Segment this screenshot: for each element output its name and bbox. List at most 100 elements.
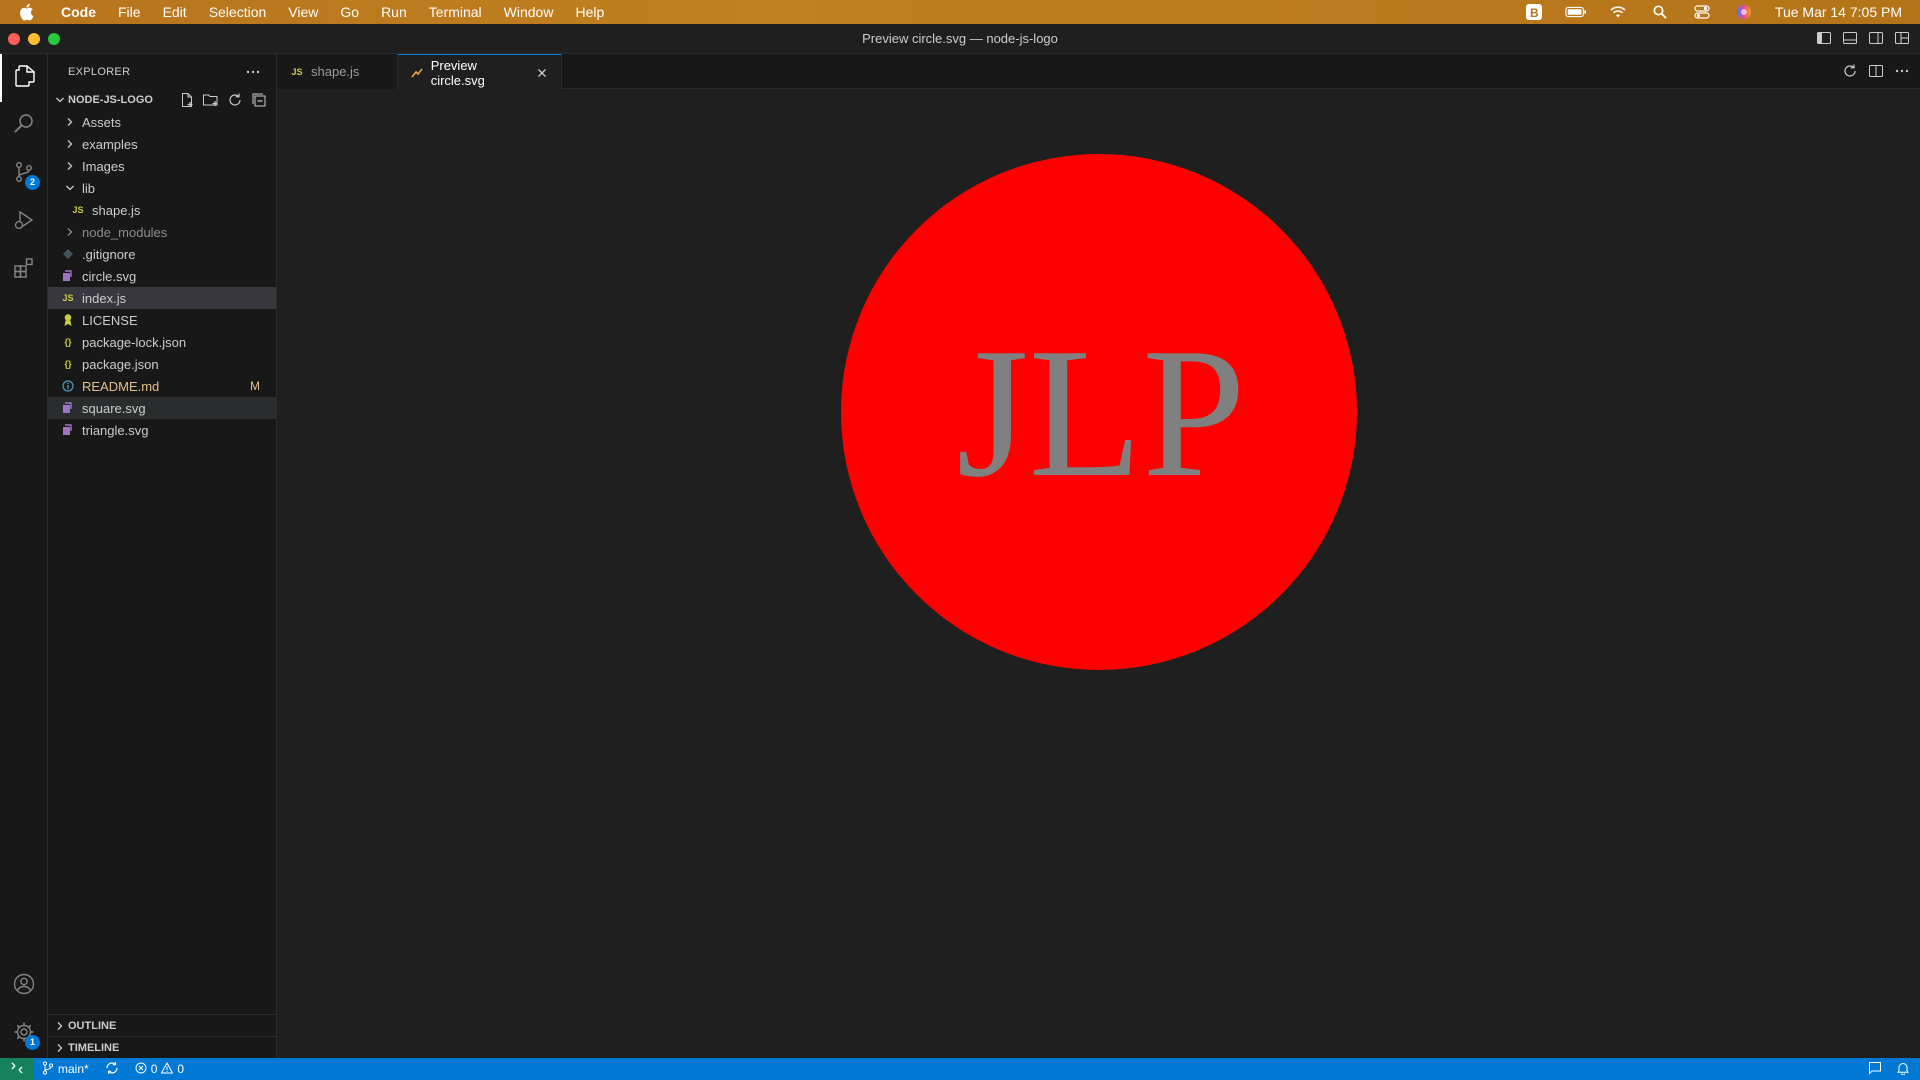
menu-selection[interactable]: Selection [198,0,278,24]
tree-item-label: LICENSE [82,312,138,328]
tree-file-package-json[interactable]: {} package.json [48,353,276,375]
chevron-right-icon [62,224,78,240]
tree-file-shape-js[interactable]: JS shape.js [48,199,276,221]
svg-file-icon [60,422,76,438]
split-editor-icon[interactable] [1868,63,1884,79]
tree-folder-examples[interactable]: examples [48,133,276,155]
manage-activity-button[interactable]: 1 [0,1010,48,1058]
json-file-icon: {} [64,337,72,347]
toggle-secondary-sidebar-icon[interactable] [1868,30,1884,46]
chevron-down-icon [52,92,68,108]
siri-icon[interactable] [1733,4,1755,20]
info-file-icon [60,378,76,394]
toggle-panel-icon[interactable] [1842,30,1858,46]
close-tab-icon[interactable] [534,65,549,81]
tree-file-readme-md[interactable]: README.md M [48,375,276,397]
source-control-badge: 2 [25,175,40,190]
remote-indicator[interactable] [0,1058,34,1080]
minimize-window-button[interactable] [28,33,40,45]
control-center-icon[interactable] [1691,4,1713,20]
refresh-preview-icon[interactable] [1842,63,1858,79]
menu-file[interactable]: File [107,0,152,24]
menu-view[interactable]: View [277,0,329,24]
warning-icon [161,1061,174,1077]
toggle-primary-sidebar-icon[interactable] [1816,30,1832,46]
accounts-activity-button[interactable] [0,962,48,1010]
tree-item-label: Images [82,158,125,174]
javascript-file-icon: JS [62,293,74,303]
sync-status[interactable] [97,1058,127,1080]
editor-more-actions-icon[interactable] [1894,63,1910,79]
json-file-icon: {} [64,359,72,369]
bold-app-icon[interactable]: B [1523,4,1545,20]
tree-folder-node-modules[interactable]: node_modules [48,221,276,243]
menu-window[interactable]: Window [493,0,565,24]
menubar-clock[interactable]: Tue Mar 14 7:05 PM [1775,4,1902,20]
search-activity-button[interactable] [0,102,48,150]
menu-edit[interactable]: Edit [152,0,198,24]
notifications-bell-icon[interactable] [1896,1061,1910,1078]
git-file-icon [60,246,76,262]
tree-file-license[interactable]: LICENSE [48,309,276,331]
spotlight-search-icon[interactable] [1649,4,1671,20]
apple-icon[interactable] [16,2,36,22]
editor-tabs: JS shape.js Preview circle.svg [277,54,1920,90]
new-file-icon[interactable] [178,91,196,109]
explorer-title: EXPLORER [68,65,131,78]
run-debug-icon [12,208,36,237]
timeline-section-header[interactable]: TIMELINE [48,1036,277,1058]
svg-file-icon [60,268,76,284]
outline-section-header[interactable]: OUTLINE [48,1014,277,1036]
wifi-icon[interactable] [1607,4,1629,20]
branch-name: main* [58,1062,89,1076]
menu-help[interactable]: Help [564,0,615,24]
tree-item-label: package-lock.json [82,334,187,350]
tree-folder-images[interactable]: Images [48,155,276,177]
tree-item-label: index.js [82,290,127,306]
menu-go[interactable]: Go [329,0,370,24]
git-modified-badge: M [250,379,260,393]
window-title: Preview circle.svg — node-js-logo [862,31,1058,46]
tree-file-gitignore[interactable]: .gitignore [48,243,276,265]
svg-file-icon [60,400,76,416]
collapse-all-icon[interactable] [250,91,268,109]
new-folder-icon[interactable] [202,91,220,109]
battery-icon[interactable] [1565,4,1587,20]
chevron-right-icon [62,158,78,174]
tree-file-index-js[interactable]: JS index.js [48,287,276,309]
refresh-explorer-icon[interactable] [226,91,244,109]
account-icon [12,972,36,1001]
tree-folder-assets[interactable]: Assets [48,111,276,133]
workspace-folder-header[interactable]: NODE-JS-LOGO [48,89,276,111]
tree-folder-lib[interactable]: lib [48,177,276,199]
tree-file-circle-svg[interactable]: circle.svg [48,265,276,287]
source-control-activity-button[interactable]: 2 [0,150,48,198]
menu-terminal[interactable]: Terminal [418,0,493,24]
close-window-button[interactable] [8,33,20,45]
tree-item-label: shape.js [92,202,141,218]
tree-file-square-svg[interactable]: square.svg [48,397,276,419]
svg-text:B: B [1530,6,1539,20]
tree-file-triangle-svg[interactable]: triangle.svg [48,419,276,441]
tab-shape-js[interactable]: JS shape.js [277,54,398,89]
problems-status[interactable]: 0 0 [127,1058,192,1080]
extensions-activity-button[interactable] [0,246,48,294]
chevron-right-icon [52,1018,68,1034]
tab-preview-circle-svg[interactable]: Preview circle.svg [398,54,562,90]
customize-layout-icon[interactable] [1894,30,1910,46]
tree-file-package-lock-json[interactable]: {} package-lock.json [48,331,276,353]
warning-count: 0 [177,1062,185,1076]
more-actions-icon[interactable] [244,63,262,81]
menu-app-name[interactable]: Code [50,0,107,24]
feedback-icon[interactable] [1868,1061,1882,1078]
run-debug-activity-button[interactable] [0,198,48,246]
chevron-down-icon [62,180,78,196]
chevron-right-icon [52,1040,68,1056]
menu-run[interactable]: Run [370,0,418,24]
explorer-activity-button[interactable] [0,54,48,102]
maximize-window-button[interactable] [48,33,60,45]
timeline-section-title: TIMELINE [68,1041,120,1054]
tree-item-label: package.json [82,356,159,372]
branch-status[interactable]: main* [34,1058,97,1080]
tree-item-label: Assets [82,114,122,130]
